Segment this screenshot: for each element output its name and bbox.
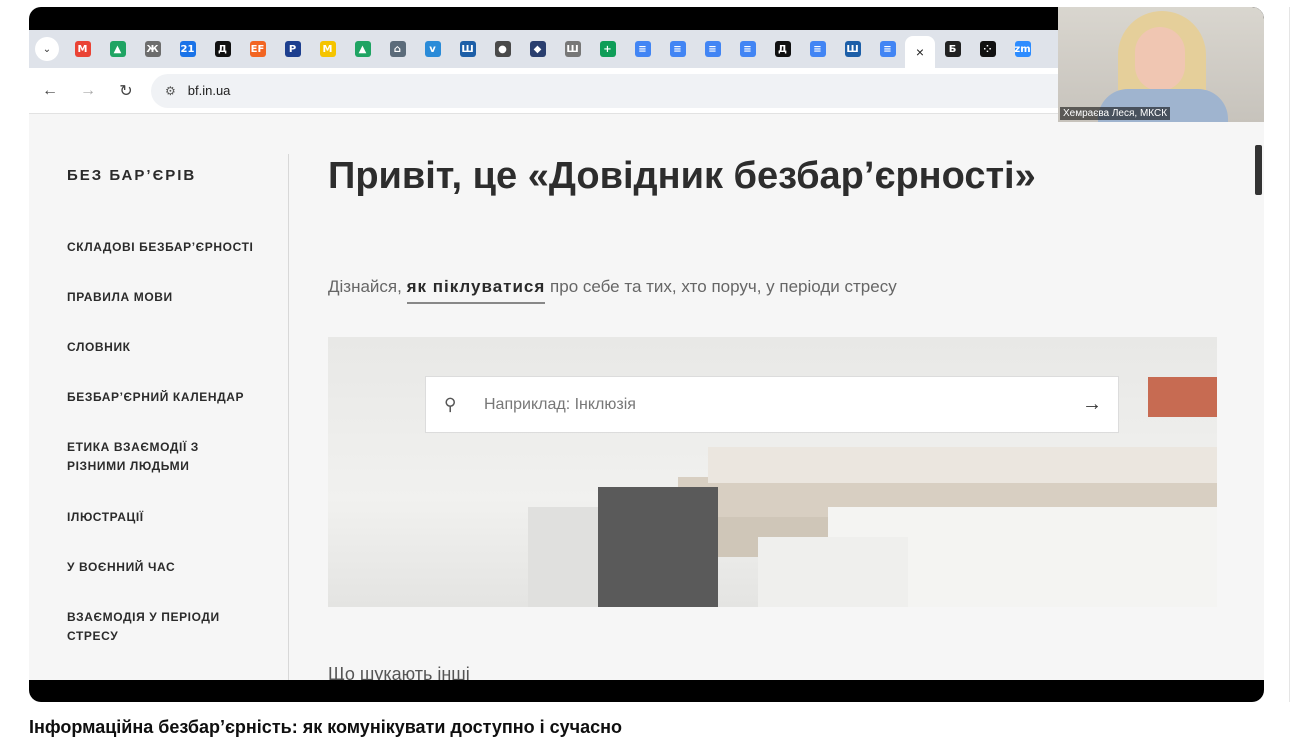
video-title: Інформаційна безбар’єрність: як комуніку… [29,717,623,737]
trident-icon: Ш [844,41,861,57]
calendar-icon: 21 [179,41,196,57]
browser-tab[interactable]: ≡ [730,34,765,64]
browser-tab[interactable]: Р [275,34,310,64]
browser-tab[interactable]: ▲ [345,34,380,64]
browser-tab[interactable]: ≡ [695,34,730,64]
url-text: bf.in.ua [187,83,231,98]
browser-tab[interactable]: v [415,34,450,64]
reload-icon[interactable]: ↻ [109,74,143,108]
browser-tab[interactable]: zm [1005,34,1040,64]
nav-item-components[interactable]: СКЛАДОВІ БЕЗБАР’ЄРНОСТІ [67,238,257,257]
back-arrow-icon[interactable]: ← [33,74,67,108]
browser-tab[interactable]: Ш [555,34,590,64]
compass-icon: ◆ [529,41,546,57]
site-logo[interactable]: БЕЗ БАР’ЄРІВ [67,167,196,184]
browser-tab[interactable]: EF [240,34,275,64]
submit-arrow-icon[interactable]: → [1082,393,1102,416]
browser-tab[interactable]: Ш [835,34,870,64]
docs-icon: ≡ [704,41,721,57]
diia-icon: Д [214,41,231,57]
browser-tab[interactable]: Д [765,34,800,64]
browser-tab[interactable]: ◆ [520,34,555,64]
globe-icon: ● [494,41,511,57]
browser-tab[interactable]: ≡ [660,34,695,64]
browser-tab[interactable]: ● [485,34,520,64]
page-edge-divider [1289,7,1294,702]
browser-tab[interactable]: M [65,34,100,64]
browser-tab[interactable]: ≡ [870,34,905,64]
participant-camera: Хемраєва Леся, МКСК [1058,7,1264,122]
browser-tab[interactable]: ≡ [800,34,835,64]
participant-name-label: Хемраєва Леся, МКСК [1060,107,1171,120]
browser-tab[interactable]: Б [935,34,970,64]
sheets-icon: + [599,41,616,57]
hero-image: ⚲ → [328,337,1217,607]
dots-icon: ⁘ [979,41,996,57]
browser-tab[interactable]: Ж [135,34,170,64]
nav-item-stress-interaction[interactable]: ВЗАЄМОДІЯ У ПЕРІОДИ СТРЕСУ [67,608,257,646]
browser-tab[interactable]: Ш [450,34,485,64]
browser-tab[interactable]: ▲ [100,34,135,64]
participant-face [1135,27,1185,91]
browser-tab[interactable]: + [590,34,625,64]
google-drive-icon: ▲ [109,41,126,57]
nav-item-illustrations[interactable]: ІЛЮСТРАЦІЇ [67,508,257,527]
browser-tab[interactable]: 21 [170,34,205,64]
emblem-icon: Ш [564,41,581,57]
search-box[interactable]: ⚲ → [425,376,1119,433]
search-input[interactable] [484,395,1064,414]
docs-icon: ≡ [634,41,651,57]
nav-item-dictionary[interactable]: СЛОВНИК [67,338,257,357]
nav-item-language-rules[interactable]: ПРАВИЛА МОВИ [67,288,257,307]
intro-link[interactable]: як піклуватися [406,277,546,304]
forward-arrow-icon[interactable]: → [71,74,105,108]
docs-icon: ≡ [739,41,756,57]
browser-tab[interactable]: M [310,34,345,64]
extra-tab-list: Б ⁘ zm [935,34,1040,64]
docs-icon: ≡ [879,41,896,57]
page-scrollbar[interactable] [1255,145,1262,195]
docs-icon: ≡ [669,41,686,57]
ef-icon: EF [249,41,266,57]
shared-browser-window: ⌄ M ▲ Ж 21 Д EF Р M ▲ ⌂ v Ш ● ◆ Ш + ≡ ≡ ≡ ≡ Д ≡ Ш ≡ × Б ⁘ zm ← → … [29,30,1264,680]
browser-tab[interactable]: ⌂ [380,34,415,64]
nav-item-interaction-ethics[interactable]: ЕТИКА ВЗАЄМОДІЇ З РІЗНИМИ ЛЮДЬМИ [67,438,257,476]
docs-icon: ≡ [809,41,826,57]
site-icon: Ж [144,41,161,57]
video-player[interactable]: ⌄ M ▲ Ж 21 Д EF Р M ▲ ⌂ v Ш ● ◆ Ш + ≡ ≡ ≡ ≡ Д ≡ Ш ≡ × Б ⁘ zm ← → … [29,7,1264,702]
building-icon: ⌂ [389,41,406,57]
popular-searches-heading: Що шукають інші [328,664,470,680]
zoom-icon: zm [1014,41,1031,57]
trident-icon: Ш [459,41,476,57]
tab-search-dropdown-icon[interactable]: ⌄ [35,37,59,61]
intro-text: Дізнайся, як піклуватися про себе та тих… [328,277,897,304]
intro-text-end: про себе та тих, хто поруч, у періоди ст… [545,277,897,296]
browser-tab[interactable]: Д [205,34,240,64]
active-tab-close-button[interactable]: × [905,36,935,68]
address-bar[interactable]: ⚙ bf.in.ua [151,73,1171,108]
bird-icon: v [424,41,441,57]
google-drive-icon: ▲ [354,41,371,57]
m-icon: M [319,41,336,57]
browser-tab[interactable]: ⁘ [970,34,1005,64]
nav-item-wartime[interactable]: У ВОЄННИЙ ЧАС [67,558,257,577]
search-icon: ⚲ [444,394,457,414]
diia-icon: Д [774,41,791,57]
rada-icon: Р [284,41,301,57]
web-page: БЕЗ БАР’ЄРІВ СКЛАДОВІ БЕЗБАР’ЄРНОСТІ ПРА… [29,114,1264,680]
sidebar [29,154,289,680]
intro-text-start: Дізнайся, [328,277,407,296]
tab-list: M ▲ Ж 21 Д EF Р M ▲ ⌂ v Ш ● ◆ Ш + ≡ ≡ ≡ ≡ Д ≡ Ш ≡ [65,34,905,64]
b-letter-icon: Б [944,41,961,57]
browser-tab[interactable]: ≡ [625,34,660,64]
nav-item-calendar[interactable]: БЕЗБАР’ЄРНИЙ КАЛЕНДАР [67,388,257,407]
gmail-icon: M [74,41,91,57]
site-settings-icon[interactable]: ⚙ [165,84,176,98]
page-title: Привіт, це «Довідник безбар’єрності» [328,155,1036,197]
